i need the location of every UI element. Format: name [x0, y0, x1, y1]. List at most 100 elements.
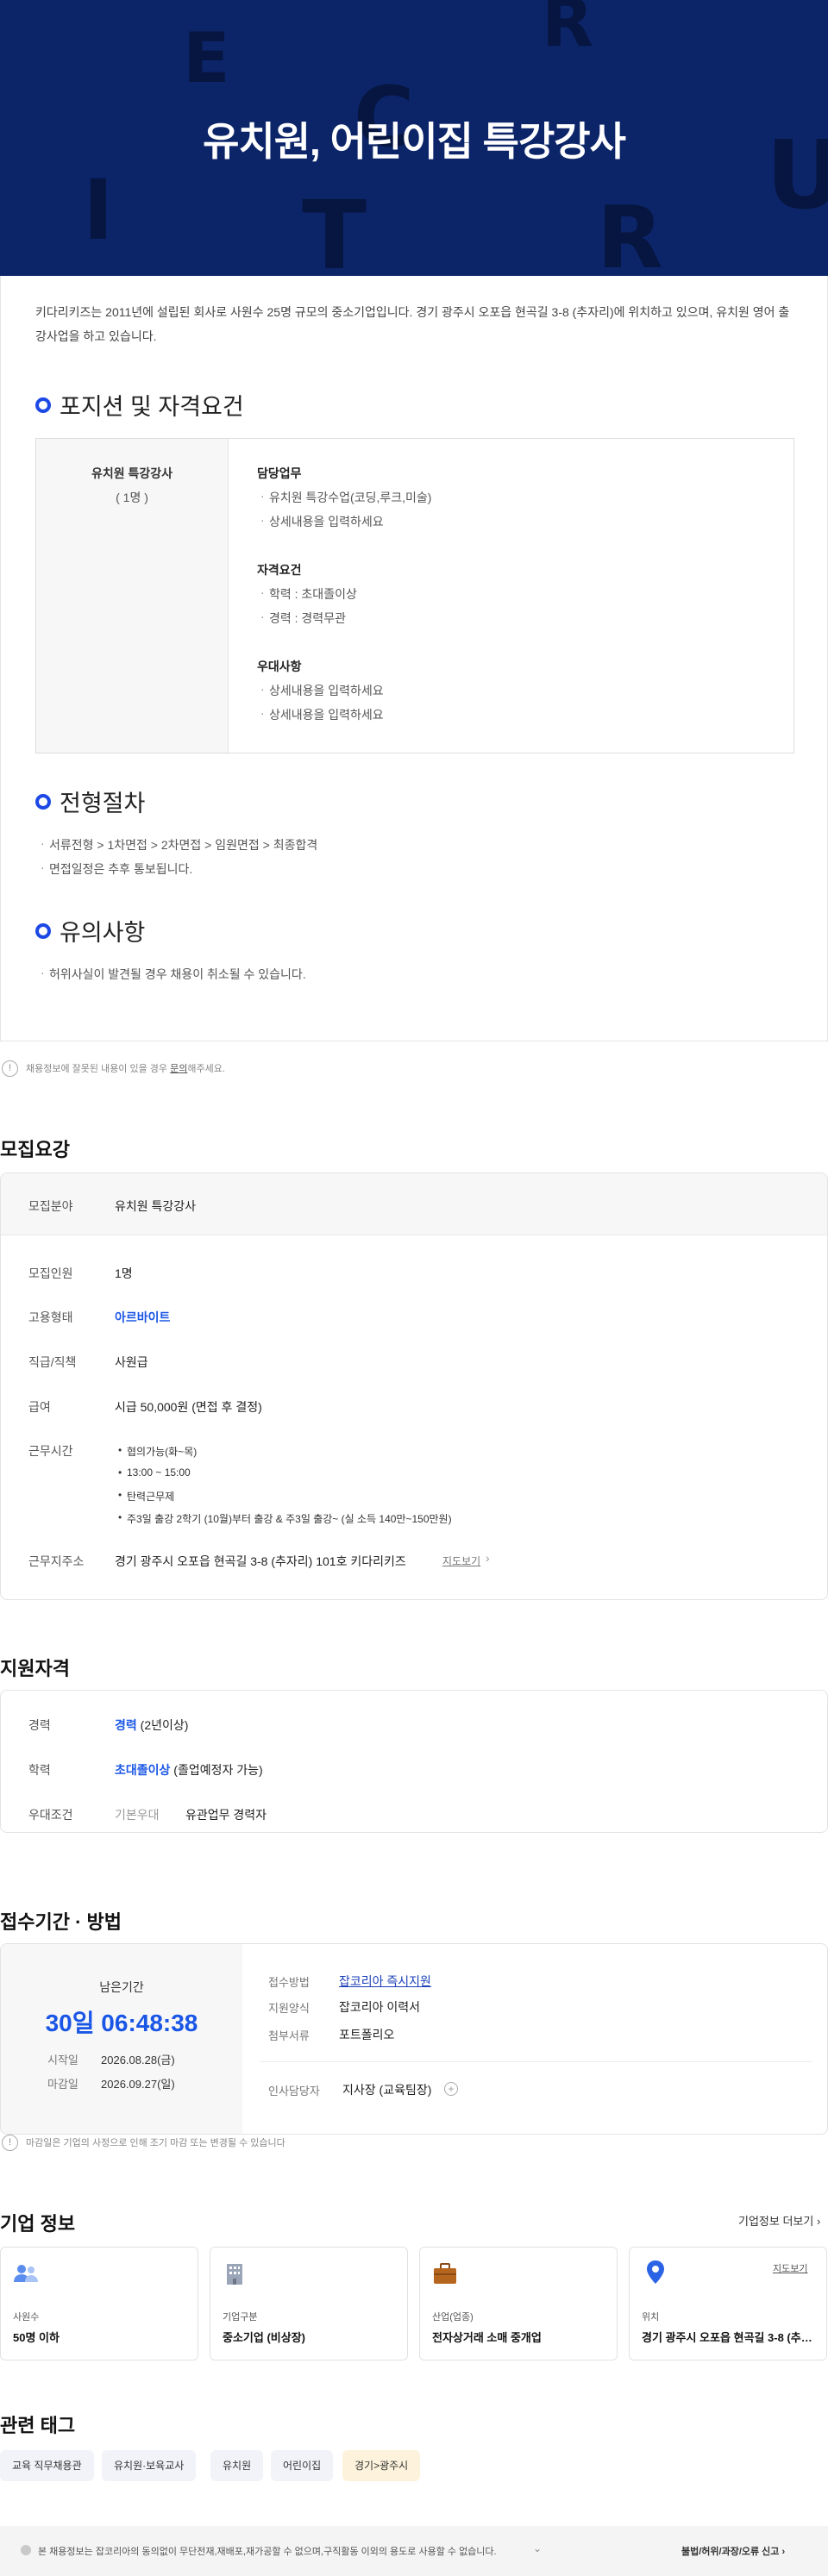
section-heading-position: 포지션 및 자격요건	[35, 388, 244, 422]
salary-label: 급여	[28, 1400, 51, 1414]
duty-item: 유치원 특강수업(코딩,루크,미술)	[260, 489, 431, 506]
company-info-location: 지도보기 위치 경기 광주시 오포읍 현곡길 3-8 (추자리)	[629, 2247, 827, 2360]
posting-body: 키다리키즈는 2011년에 설립된 회사로 사원수 25명 규모의 중소기업입니…	[0, 276, 828, 1041]
plus-icon[interactable]: +	[444, 2082, 458, 2096]
company-info-employees: 사원수 50명 이하	[0, 2247, 198, 2360]
company-more-link[interactable]: 기업정보 더보기 ›	[738, 2212, 820, 2229]
quals-title: 자격요건	[257, 563, 302, 577]
position-count: ( 1명 )	[116, 491, 148, 504]
section-heading-process: 전형절차	[35, 785, 145, 818]
tag-item[interactable]: 유치원	[210, 2450, 264, 2481]
headcount-label: 모집인원	[28, 1266, 73, 1280]
process-item: 면접일정은 추후 통보됩니다.	[41, 860, 192, 878]
method-label: 접수방법	[268, 1976, 310, 1989]
duty-item: 상세내용을 입력하세요	[260, 513, 384, 530]
start-label: 시작일	[47, 2054, 78, 2066]
pref-sub: 기본우대	[115, 1808, 160, 1822]
edu-value: 초대졸이상 (졸업예정자 가능)	[115, 1763, 263, 1777]
field-value: 유치원 특강강사	[115, 1199, 197, 1213]
chevron-down-icon[interactable]: ⌄	[533, 2542, 542, 2554]
hr-value: 지사장 (교육팀장)	[342, 2083, 432, 2097]
footer-bar: 본 채용정보는 잡코리아의 동의없이 무단전재,재배포,재가공할 수 없으며,구…	[0, 2526, 828, 2576]
info-icon	[21, 2545, 31, 2555]
hours-item: 탄력근무제	[118, 1489, 174, 1504]
docs-label: 첨부서류	[268, 2029, 310, 2042]
tag-item[interactable]: 교육 직무채용관	[0, 2450, 94, 2481]
info-label: 위치	[642, 2312, 660, 2323]
tag-item[interactable]: 어린이집	[271, 2450, 334, 2481]
report-link[interactable]: 문의	[170, 1064, 187, 1074]
rank-value: 사원급	[115, 1355, 148, 1369]
field-label: 모집분야	[28, 1199, 73, 1213]
end-label: 마감일	[47, 2078, 78, 2091]
address-label: 근무지주소	[28, 1554, 85, 1568]
pref-item: 상세내용을 입력하세요	[260, 682, 384, 699]
duties-title: 담당업무	[257, 466, 302, 480]
hero-banner: E R C U I R T 유치원, 어린이집 특강강사	[0, 0, 828, 276]
bg-letter: I	[83, 162, 114, 259]
info-value: 전자상거래 소매 중개업	[432, 2331, 542, 2344]
apply-card: 남은기간 30일 06:48:38 시작일 2026.08.28(금) 마감일 …	[0, 1943, 828, 2135]
hours-item: 13:00 ~ 15:00	[118, 1466, 191, 1479]
qualification-card: 경력 경력 (2년이상) 학력 초대졸이상 (졸업예정자 가능) 우대조건 기본…	[0, 1690, 828, 1833]
bg-letter: R	[542, 0, 594, 62]
info-value: 50명 이하	[13, 2331, 60, 2344]
report-notice: ! 채용정보에 잘못된 내용이 있을 경우 문의해주세요.	[0, 1060, 828, 1077]
info-label: 산업(업종)	[432, 2312, 474, 2323]
info-label: 사원수	[13, 2312, 40, 2323]
report-button[interactable]: 불법/허위/과장/오류 신고 ›	[681, 2544, 785, 2558]
pref-item: 상세내용을 입력하세요	[260, 706, 384, 723]
recruit-heading: 모집요강	[0, 1139, 70, 1160]
qualification-heading: 지원자격	[0, 1658, 70, 1679]
tags-heading: 관련 태그	[0, 2415, 76, 2436]
divider	[260, 2061, 812, 2062]
position-name-cell: 유치원 특강강사 ( 1명 )	[36, 439, 229, 753]
prefs-title: 우대사항	[257, 660, 302, 673]
section-heading-notice: 유의사항	[35, 914, 145, 947]
edu-label: 학력	[28, 1763, 51, 1777]
info-label: 기업구분	[223, 2312, 258, 2323]
form-label: 지원양식	[268, 2002, 310, 2015]
pref-label: 우대조건	[28, 1808, 73, 1822]
circle-bullet-icon	[35, 922, 51, 939]
employment-label: 고용형태	[28, 1310, 73, 1324]
recruit-card: 모집분야 유치원 특강강사 모집인원 1명 고용형태 아르바이트 직급/직책 사…	[0, 1172, 828, 1600]
info-value: 경기 광주시 오포읍 현곡길 3-8 (추자리)	[642, 2331, 819, 2344]
map-link[interactable]: 지도보기	[442, 1554, 480, 1568]
hours-item: 협의가능(화~목)	[118, 1444, 197, 1459]
chevron-right-icon: ›	[486, 1551, 490, 1565]
bg-letter: R	[597, 187, 664, 277]
people-icon	[14, 2265, 38, 2282]
start-date: 2026.08.28(금)	[101, 2054, 175, 2066]
tag-item[interactable]: 유치원·보육교사	[102, 2450, 197, 2481]
docs-value: 포트폴리오	[339, 2028, 395, 2041]
form-value: 잡코리아 이력서	[339, 2000, 421, 2014]
career-value: 경력 (2년이상)	[115, 1718, 189, 1732]
company-info-type: 기업구분 중소기업 (비상장)	[210, 2247, 408, 2360]
bg-letter: T	[302, 180, 367, 276]
position-name: 유치원 특강강사	[91, 466, 173, 480]
apply-heading: 접수기간 · 방법	[0, 1911, 122, 1933]
circle-bullet-icon	[35, 793, 51, 810]
hours-label: 근무시간	[28, 1444, 73, 1458]
career-label: 경력	[28, 1718, 51, 1732]
location-pin-icon	[647, 2260, 664, 2284]
deadline-note: ! 마감일은 기업의 사정으로 인해 조기 마감 또는 변경될 수 있습니다	[0, 2135, 828, 2151]
salary-value: 시급 50,000원 (면접 후 결정)	[115, 1400, 262, 1414]
remain-panel	[1, 1944, 242, 2134]
position-table: 유치원 특강강사 ( 1명 ) 담당업무 유치원 특강수업(코딩,루크,미술) …	[35, 438, 794, 753]
building-icon	[227, 2264, 242, 2285]
briefcase-icon	[434, 2263, 456, 2284]
rank-label: 직급/직책	[28, 1355, 77, 1369]
info-icon: !	[2, 1060, 18, 1077]
employment-value: 아르바이트	[115, 1310, 171, 1324]
bg-letter: E	[183, 18, 230, 98]
map-link[interactable]: 지도보기	[773, 2261, 807, 2275]
tag-item[interactable]: 경기>광주시	[342, 2450, 421, 2481]
info-value: 중소기업 (비상장)	[223, 2331, 305, 2344]
hr-label: 인사담당자	[268, 2085, 320, 2098]
headcount-value: 1명	[115, 1266, 133, 1280]
method-link[interactable]: 잡코리아 즉시지원	[339, 1973, 431, 1990]
hours-item: 주3일 출강 2학기 (10월)부터 출강 & 주3일 출강~ (실 소득 14…	[118, 1511, 452, 1526]
address-value: 경기 광주시 오포읍 현곡길 3-8 (추자리) 101호 키다리키즈	[115, 1554, 406, 1568]
